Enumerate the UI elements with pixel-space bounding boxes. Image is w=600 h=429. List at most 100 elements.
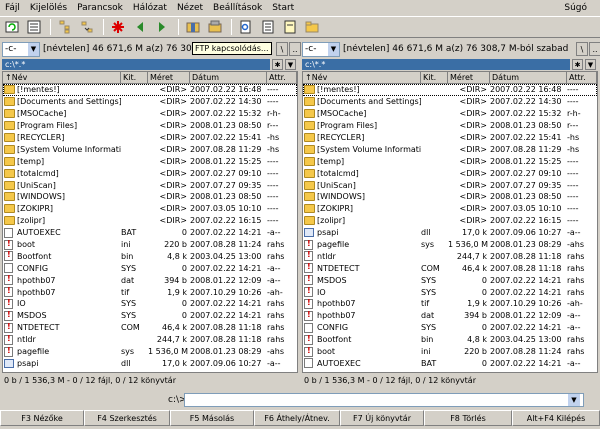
col-name[interactable]: ↑Név <box>303 72 421 83</box>
file-row[interactable]: [RECYCLER] <DIR> 2007.02.22 15:41 -hs <box>3 132 297 144</box>
right-root-button[interactable]: \ <box>576 42 588 56</box>
file-row[interactable]: [System Volume Information] <DIR>2007.08.… <box>3 143 297 155</box>
right-up-button[interactable]: .. <box>589 42 600 56</box>
view-icon[interactable] <box>258 18 278 36</box>
file-row[interactable]: [Documents and Settings] <DIR> 2007.02.22 … <box>3 96 297 108</box>
file-row[interactable]: [Program Files] <DIR> 2008.01.23 08:50 r--- <box>303 120 597 132</box>
file-row[interactable]: [zolipr] <DIR> 2007.02.22 16:15 ---- <box>303 215 597 227</box>
file-row[interactable]: [!mentes!] <DIR> 2007.02.22 16:48 ---- <box>3 84 297 96</box>
f8-delete-button[interactable]: F8 Törlés <box>424 410 512 426</box>
file-row[interactable]: [zolipr] <DIR> 2007.02.22 16:15 ---- <box>3 215 297 227</box>
file-row[interactable]: boot ini 220 b2007.08.28 11:24 rahs <box>3 239 297 251</box>
file-row[interactable]: [totalcmd] <DIR> 2007.02.27 09:10 ---- <box>303 167 597 179</box>
menu-settings[interactable]: Beállítások <box>208 0 267 16</box>
file-row[interactable]: boot ini 220 b2007.08.28 11:24 rahs <box>303 346 597 358</box>
f4-edit-button[interactable]: F4 Szerkesztés <box>84 410 170 426</box>
file-row[interactable]: hpothb07 dat 394 b2008.01.22 12:09 -a-- <box>3 274 297 286</box>
col-name[interactable]: ↑Név <box>3 72 121 83</box>
menu-select[interactable]: Kijelölés <box>25 0 72 16</box>
file-row[interactable]: hpothb07 tif 1,9 k2007.10.29 10:26 -ah- <box>303 298 597 310</box>
file-row[interactable]: [UniScan] <DIR> 2007.07.27 09:35 ---- <box>3 179 297 191</box>
left-path-bar[interactable]: c:\*.* <box>2 59 270 70</box>
col-date[interactable]: Dátum <box>490 72 567 83</box>
file-row[interactable]: [System Volume Information] <DIR>2007.08.… <box>303 143 597 155</box>
f7-mkdir-button[interactable]: F7 Új könyvtár <box>340 410 424 426</box>
file-row[interactable]: NTDETECT COM 46,4 k2007.08.28 11:18 rahs <box>3 322 297 334</box>
file-row[interactable]: AUTOEXEC BAT 0 2007.02.22 14:21 -a-- <box>3 227 297 239</box>
file-row[interactable]: CONFIG SYS 0 2007.02.22 14:21 -a-- <box>303 322 597 334</box>
col-size[interactable]: Méret <box>448 72 490 83</box>
left-up-button[interactable]: .. <box>289 42 301 56</box>
left-root-button[interactable]: \ <box>276 42 288 56</box>
refresh-icon[interactable] <box>2 18 22 36</box>
col-ext[interactable]: Kit. <box>121 72 148 83</box>
menu-view[interactable]: Nézet <box>172 0 208 16</box>
col-attr[interactable]: Attr. <box>267 72 297 83</box>
star-icon[interactable] <box>108 18 128 36</box>
menu-network[interactable]: Hálózat <box>128 0 172 16</box>
file-row[interactable]: IO SYS 02007.02.22 14:21 rahs <box>3 298 297 310</box>
file-row[interactable]: [WINDOWS] <DIR> 2008.01.23 08:50 ---- <box>3 191 297 203</box>
alt-f4-exit-button[interactable]: Alt+F4 Kilépés <box>512 410 600 426</box>
file-row[interactable]: [MSOCache] <DIR> 2007.02.22 15:32 r-h- <box>303 108 597 120</box>
file-row[interactable]: psapi dll 17,0 k 2007.09.06 10:27 -a-- <box>3 357 297 369</box>
f5-copy-button[interactable]: F5 Másolás <box>170 410 254 426</box>
brief-view-icon[interactable] <box>24 18 44 36</box>
file-row[interactable]: [UniScan] <DIR> 2007.07.27 09:35 ---- <box>303 179 597 191</box>
folder-open-icon[interactable] <box>302 18 322 36</box>
file-row[interactable]: [ZOKIPR] <DIR> 2007.03.05 10:10 ---- <box>3 203 297 215</box>
menu-help[interactable]: Súgó <box>559 0 592 16</box>
chevron-down-icon[interactable]: ▼ <box>28 42 39 56</box>
tree-icon[interactable] <box>55 18 75 36</box>
file-row[interactable]: MSDOS SYS 02007.02.22 14:21 rahs <box>303 274 597 286</box>
f6-move-button[interactable]: F6 Áthely/Átnev. <box>254 410 340 426</box>
file-row[interactable]: psapi dll 17,0 k 2007.09.06 10:27 -a-- <box>303 227 597 239</box>
col-ext[interactable]: Kit. <box>421 72 448 83</box>
file-row[interactable]: Bootfont bin 4,8 k2003.04.25 13:00 rahs <box>303 334 597 346</box>
file-row[interactable]: AUTOEXEC BAT 0 2007.02.22 14:21 -a-- <box>303 357 597 369</box>
file-row[interactable]: MSDOS SYS 02007.02.22 14:21 rahs <box>3 310 297 322</box>
file-row[interactable]: [Program Files] <DIR> 2008.01.23 08:50 r--- <box>3 120 297 132</box>
file-row[interactable]: [!mentes!] <DIR> 2007.02.22 16:48 ---- <box>303 84 597 96</box>
file-row[interactable]: pagefile sys 1 536,0 M2008.01.23 08:29 -ahs <box>3 346 297 358</box>
menu-commands[interactable]: Parancsok <box>72 0 128 16</box>
file-row[interactable]: NTDETECT COM 46,4 k2007.08.28 11:18 rahs <box>303 262 597 274</box>
menu-file[interactable]: Fájl <box>0 0 25 16</box>
file-row[interactable]: ntldr 244,7 k2007.08.28 11:18 rahs <box>3 334 297 346</box>
col-date[interactable]: Dátum <box>190 72 267 83</box>
file-row[interactable]: hpothb07 dat 394 b2008.01.22 12:09 -a-- <box>303 310 597 322</box>
file-row[interactable]: CONFIG SYS 0 2007.02.22 14:21 -a-- <box>3 262 297 274</box>
find-icon[interactable] <box>236 18 256 36</box>
f3-view-button[interactable]: F3 Nézőke <box>0 410 84 426</box>
menu-start[interactable]: Start <box>267 0 299 16</box>
right-history-chevron-icon[interactable]: ▼ <box>585 59 596 70</box>
right-path-bar[interactable]: c:\*.* <box>302 59 570 70</box>
back-icon[interactable] <box>130 18 150 36</box>
file-row[interactable]: [WINDOWS] <DIR> 2008.01.23 08:50 ---- <box>303 191 597 203</box>
unpack-icon[interactable] <box>205 18 225 36</box>
file-row[interactable]: [totalcmd] <DIR> 2007.02.27 09:10 ---- <box>3 167 297 179</box>
file-row[interactable]: [temp] <DIR> 2008.01.22 15:25 ---- <box>303 155 597 167</box>
chevron-down-icon[interactable]: ▼ <box>328 42 339 56</box>
sort-icon[interactable] <box>77 18 97 36</box>
right-file-panel[interactable]: ↑Név Kit. Méret Dátum Attr. [!mentes!] <D… <box>302 71 598 373</box>
notepad-icon[interactable] <box>280 18 300 36</box>
pack-icon[interactable] <box>183 18 203 36</box>
right-history-star-icon[interactable]: ✱ <box>572 59 583 70</box>
file-row[interactable]: [temp] <DIR> 2008.01.22 15:25 ---- <box>3 155 297 167</box>
file-row[interactable]: [MSOCache] <DIR> 2007.02.22 15:32 r-h- <box>3 108 297 120</box>
file-row[interactable]: [Documents and Settings] <DIR> 2007.02.22 … <box>303 96 597 108</box>
right-drive-select[interactable]: -c- ▼ <box>302 41 340 57</box>
col-size[interactable]: Méret <box>148 72 190 83</box>
left-drive-select[interactable]: -c- ▼ <box>2 41 40 57</box>
left-history-star-icon[interactable]: ✱ <box>272 59 283 70</box>
left-file-panel[interactable]: ↑Név Kit. Méret Dátum Attr. [!mentes!] <D… <box>2 71 298 373</box>
file-row[interactable]: IO SYS 02007.02.22 14:21 rahs <box>303 286 597 298</box>
forward-icon[interactable] <box>152 18 172 36</box>
file-row[interactable]: [ZOKIPR] <DIR> 2007.03.05 10:10 ---- <box>303 203 597 215</box>
col-attr[interactable]: Attr. <box>567 72 597 83</box>
left-history-chevron-icon[interactable]: ▼ <box>285 59 296 70</box>
chevron-down-icon[interactable]: ▼ <box>568 394 580 406</box>
file-row[interactable]: ntldr 244,7 k2007.08.28 11:18 rahs <box>303 250 597 262</box>
file-row[interactable]: pagefile sys 1 536,0 M2008.01.23 08:29 -ahs <box>303 239 597 251</box>
